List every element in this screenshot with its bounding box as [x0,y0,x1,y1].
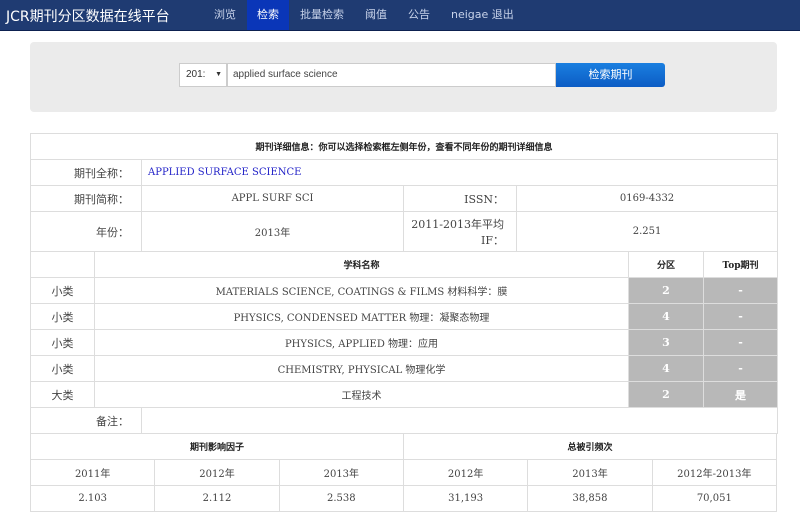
avg-if-value: 2.251 [515,211,779,252]
subject-zone: 2 [628,277,704,304]
subject-zone: 2 [628,381,704,408]
year-col: 2012年 [154,459,280,486]
stat-value: 2.103 [29,485,156,512]
subject-zone: 4 [628,303,704,330]
abbr-value: APPL SURF SCI [141,185,404,212]
subject-type: 大类 [30,381,95,408]
zone-header: 分区 [628,251,704,278]
brand-title: JCR期刊分区数据在线平台 [6,9,170,25]
stat-value: 2.112 [154,485,280,512]
subject-type: 小类 [30,329,95,356]
cite-header: 总被引频次 [402,433,778,460]
note-label: 备注： [30,407,142,434]
subject-row: 小类 MATERIALS SCIENCE, COATINGS & FILMS 材料… [30,277,779,304]
top-header: Top期刊 [702,251,779,278]
year-col: 2012年 [402,459,529,486]
year-col: 2013年 [278,459,404,486]
nav-threshold[interactable]: 阈值 [355,0,397,30]
empty-cell [30,251,95,278]
nav-browse[interactable]: 浏览 [204,0,246,30]
if-header: 期刊影响因子 [30,433,404,460]
journal-detail-table: 期刊详细信息：你可以选择检索框左侧年份，查看不同年份的期刊详细信息 期刊全称： A… [29,133,779,434]
subject-name: 工程技术 [94,381,629,408]
stat-value: 31,193 [402,485,529,512]
subject-zone: 4 [628,355,704,382]
subject-name: MATERIALS SCIENCE, COATINGS & FILMS 材料科学… [94,277,629,304]
year-label: 年份： [30,211,142,252]
full-name-label: 期刊全称： [30,159,142,186]
subject-row: 小类 PHYSICS, APPLIED 物理：应用 3- [30,329,779,356]
nav-search[interactable]: 检索 [247,0,289,30]
note-value [140,407,779,434]
abbr-label: 期刊简称： [30,185,142,212]
subject-type: 小类 [30,303,95,330]
nav-logout[interactable]: neigae 退出 [441,0,524,30]
nav-batch-search[interactable]: 批量检索 [290,0,354,30]
subject-row: 大类 工程技术 2 是 [30,381,779,408]
nav-notice[interactable]: 公告 [398,0,440,30]
subject-top: - [702,355,779,382]
subject-name: PHYSICS, CONDENSED MATTER 物理：凝聚态物理 [94,303,629,330]
subject-top: 是 [702,381,779,408]
subject-name: PHYSICS, APPLIED 物理：应用 [94,329,629,356]
year-col: 2012年-2013年 [651,459,778,486]
chevron-down-icon: ▼ [215,71,222,78]
subject-type: 小类 [30,277,95,304]
stat-value: 70,051 [651,485,778,512]
issn-label: ISSN： [403,185,517,212]
avg-if-label: 2011-2013年平均IF： [403,211,517,252]
subject-header: 学科名称 [94,251,629,278]
top-nav: JCR期刊分区数据在线平台 浏览 检索 批量检索 阈值 公告 neigae 退出 [0,0,800,31]
subject-zone: 3 [628,329,704,356]
stat-value: 2.538 [278,485,404,512]
year-value: 2013年 [141,211,404,252]
subject-top: - [702,277,779,304]
subject-name: CHEMISTRY, PHYSICAL 物理化学 [94,355,629,382]
year-col: 2013年 [527,459,653,486]
year-select[interactable]: 201: ▼ [179,63,227,87]
issn-value: 0169-4332 [515,185,779,212]
detail-title: 期刊详细信息：你可以选择检索框左侧年份，查看不同年份的期刊详细信息 [29,133,779,160]
subject-top: - [702,329,779,356]
subject-row: 小类 CHEMISTRY, PHYSICAL 物理化学 4- [30,355,779,382]
search-input[interactable]: applied surface science [227,63,556,87]
year-value: 201: [186,69,206,80]
subject-row: 小类 PHYSICS, CONDENSED MATTER 物理：凝聚态物理 4- [30,303,779,330]
full-name-link[interactable]: APPLIED SURFACE SCIENCE [140,159,779,186]
stat-value: 38,858 [527,485,653,512]
stats-table: 期刊影响因子 总被引频次 2011年 2012年 2013年 2012年 2013… [29,433,778,512]
subject-top: - [702,303,779,330]
year-col: 2011年 [29,459,156,486]
search-button[interactable]: 检索期刊 [556,63,665,87]
subject-type: 小类 [30,355,95,382]
